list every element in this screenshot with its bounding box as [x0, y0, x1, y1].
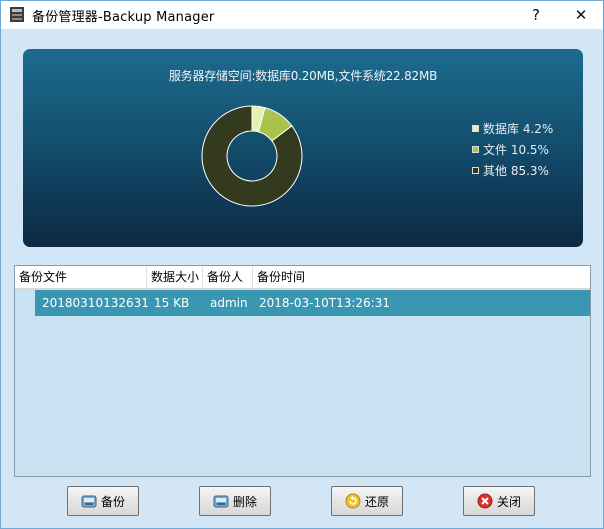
close-button[interactable]: 关闭: [463, 486, 535, 516]
disk-icon: [81, 495, 97, 508]
disk-icon: [213, 495, 229, 508]
backup-file-list[interactable]: 备份文件 数据大小 备份人 备份时间 20180310132631 15 KB …: [14, 265, 591, 477]
restore-button[interactable]: 还原: [331, 486, 403, 516]
cell-backup-user: admin: [210, 296, 248, 310]
legend-label: 数据库 4.2%: [483, 122, 554, 136]
backup-manager-window: 备份管理器-Backup Manager ? ✕ 服务器存储空间:数据库0.20…: [0, 0, 604, 529]
legend-item-0: 数据库 4.2%: [472, 118, 553, 139]
legend-label: 其他 85.3%: [483, 164, 549, 178]
column-header-backup-file[interactable]: 备份文件: [15, 266, 147, 288]
legend-swatch: [472, 125, 479, 132]
restore-icon: [345, 493, 361, 509]
legend-item-2: 其他 85.3%: [472, 160, 553, 181]
help-button[interactable]: ?: [514, 1, 558, 29]
delete-button-label: 删除: [232, 494, 257, 509]
close-button-label: 关闭: [496, 494, 521, 509]
column-header-backup-time[interactable]: 备份时间: [253, 266, 590, 288]
table-row[interactable]: 20180310132631 15 KB admin 2018-03-10T13…: [35, 290, 590, 316]
restore-button-label: 还原: [364, 494, 389, 509]
backup-manager-icon: [10, 7, 24, 22]
cell-backup-file: 20180310132631: [42, 296, 149, 310]
title-bar[interactable]: 备份管理器-Backup Manager ? ✕: [1, 1, 603, 29]
column-header-backup-user[interactable]: 备份人: [203, 266, 253, 288]
close-circle-icon: [477, 493, 493, 509]
list-header: 备份文件 数据大小 备份人 备份时间: [15, 266, 590, 289]
backup-button[interactable]: 备份: [67, 486, 139, 516]
column-header-data-size[interactable]: 数据大小: [147, 266, 203, 288]
window-close-button[interactable]: ✕: [559, 1, 603, 29]
chart-legend: 数据库 4.2% 文件 10.5% 其他 85.3%: [472, 118, 553, 181]
backup-button-label: 备份: [100, 494, 125, 509]
window-title: 备份管理器-Backup Manager: [32, 10, 215, 25]
cell-data-size: 15 KB: [154, 296, 190, 310]
delete-button[interactable]: 删除: [199, 486, 271, 516]
cell-backup-time: 2018-03-10T13:26:31: [259, 296, 390, 310]
legend-swatch: [472, 146, 479, 153]
legend-item-1: 文件 10.5%: [472, 139, 553, 160]
legend-label: 文件 10.5%: [483, 143, 549, 157]
storage-chart-panel: 服务器存储空间:数据库0.20MB,文件系统22.82MB 数据库 4.2% 文件…: [23, 49, 583, 247]
legend-swatch: [472, 167, 479, 174]
